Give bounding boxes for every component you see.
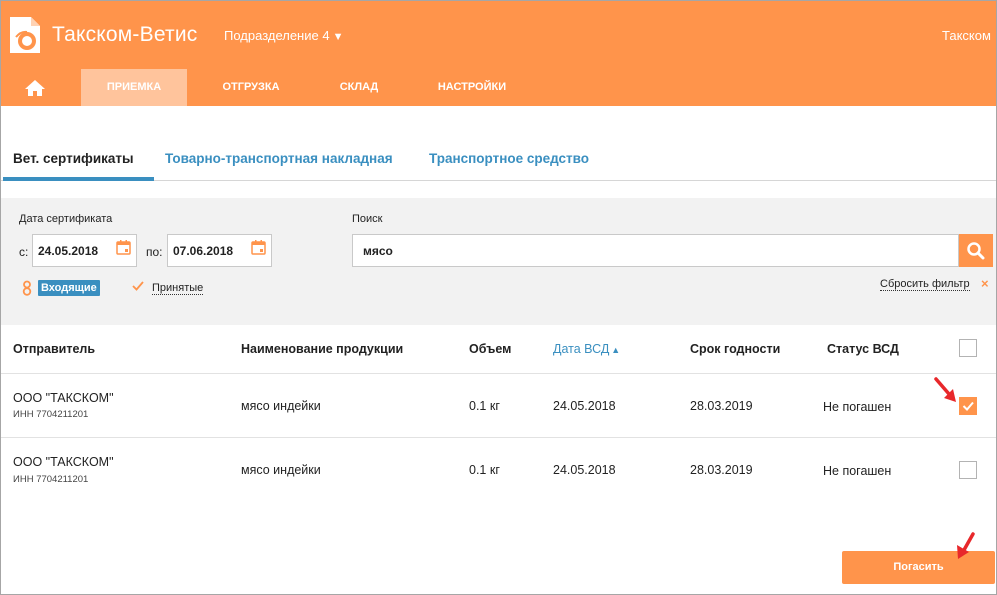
row-1-status: Не погашен [823,400,892,414]
arrow-icon [957,532,975,559]
calendar-icon[interactable] [116,239,131,255]
date-to-input[interactable]: 07.06.2018 [167,234,272,267]
search-button[interactable] [959,234,993,267]
nav-item-settings[interactable]: НАСТРОЙКИ [424,69,520,106]
user-menu[interactable]: Такском [942,28,991,43]
search-icon [967,242,985,260]
incoming-filter-badge[interactable]: Входящие [38,280,100,296]
tab-bar: Вет. сертификаты Товарно-транспортная на… [1,141,996,181]
column-header-volume: Объем [469,342,512,356]
select-all-checkbox[interactable] [959,339,977,357]
row-2-sender: ООО "ТАКСКОМ" [13,455,114,469]
row-2-status: Не погашен [823,464,892,478]
to-label: по: [146,245,163,259]
caret-down-icon: ▼ [332,31,344,43]
date-from-input[interactable]: 24.05.2018 [32,234,137,267]
vsd-date-label: Дата ВСД [553,342,610,356]
date-from-value: 24.05.2018 [38,244,99,258]
arrow-icon [934,377,956,402]
filter-panel: Дата сертификата Поиск с: 24.05.2018 по:… [1,198,996,325]
row-1-inn: ИНН 7704211201 [13,409,89,420]
row-2-vsd-date: 24.05.2018 [553,463,616,477]
accepted-filter-link[interactable]: Принятые [152,282,204,295]
nav-item-receiving[interactable]: ПРИЕМКА [81,69,187,106]
column-header-sender: Отправитель [13,342,96,356]
nav-item-warehouse[interactable]: СКЛАД [323,69,395,106]
search-input[interactable]: мясо [352,234,959,267]
main-nav: ПРИЕМКА ОТГРУЗКА СКЛАД НАСТРОЙКИ [1,69,996,106]
row-2-expiry: 28.03.2019 [690,463,753,477]
tab-waybill[interactable]: Товарно-транспортная накладная [165,151,393,166]
nav-item-shipping[interactable]: ОТГРУЗКА [208,69,294,106]
sort-asc-icon: ▲ [611,345,621,355]
logo-icon [10,17,40,53]
reset-filter-link[interactable]: Сбросить фильтр [880,278,970,291]
tab-vehicle[interactable]: Транспортное средство [429,151,589,166]
column-header-product: Наименование продукции [241,342,404,356]
row-1-checkbox[interactable] [959,397,977,415]
check-icon [132,281,144,291]
row-1-sender: ООО "ТАКСКОМ" [13,391,114,405]
active-tab-indicator [3,177,154,181]
division-label: Подразделение 4 [224,28,330,43]
home-icon[interactable] [24,79,46,97]
app-title: Такском-Ветис [52,23,198,46]
from-label: с: [19,245,29,259]
divider [1,373,996,374]
close-icon[interactable]: × [981,276,989,291]
search-label: Поиск [352,213,383,225]
app-window: Такском-Ветис Подразделение 4 ▼ Такском П… [0,0,997,595]
checkmark-icon [962,401,974,411]
incoming-icon [22,280,32,296]
row-2-product: мясо индейки [241,463,321,477]
row-1-vsd-date: 24.05.2018 [553,399,616,413]
row-1-expiry: 28.03.2019 [690,399,753,413]
row-2-volume: 0.1 кг [469,463,500,477]
search-value: мясо [363,244,393,258]
date-label: Дата сертификата [19,213,113,225]
row-2-checkbox[interactable] [959,461,977,479]
tab-vet-certificates[interactable]: Вет. сертификаты [13,151,134,166]
top-bar: Такском-Ветис Подразделение 4 ▼ Такском [1,1,996,69]
divider [1,437,996,438]
column-header-expiry: Срок годности [690,342,781,356]
row-1-product: мясо индейки [241,399,321,413]
calendar-icon[interactable] [251,239,266,255]
row-2-inn: ИНН 7704211201 [13,474,89,485]
column-header-status: Статус ВСД [827,342,899,356]
division-dropdown[interactable]: Подразделение 4 ▼ [224,28,343,43]
date-to-value: 07.06.2018 [173,244,234,258]
row-1-volume: 0.1 кг [469,399,500,413]
column-header-vsd-date[interactable]: Дата ВСД ▲ [553,342,620,356]
